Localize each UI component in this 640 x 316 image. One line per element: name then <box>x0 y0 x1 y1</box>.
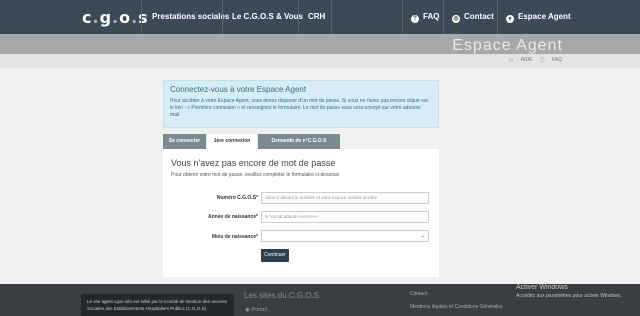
top-navbar: c.g.o.s Prestations sociales Le C.G.O.S … <box>0 0 640 34</box>
mois-naissance-select[interactable]: ⌄ <box>261 230 429 242</box>
footer-text: Le site agent.cgos.info est édité par le… <box>87 299 228 311</box>
windows-activation-subtitle: Accédez aux paramètres pour activer Wind… <box>516 293 622 299</box>
nav-divider <box>298 0 299 34</box>
info-text: Pour accéder à votre Espace Agent, vous … <box>170 98 429 118</box>
nav-divider <box>443 0 444 34</box>
globe-icon: ◎ <box>452 15 460 23</box>
chevron-down-icon: ⌄ <box>420 233 425 239</box>
banner-subbar: ▭ AIDE ▢ FAQ <box>0 54 640 68</box>
faq-link[interactable]: FAQ <box>552 57 562 63</box>
nav-faq[interactable]: ? FAQ <box>411 12 439 23</box>
footer-portail-link[interactable]: ◉ Portail <box>245 307 267 313</box>
nav-divider <box>497 0 498 34</box>
nav-contact-label: Contact <box>464 12 494 21</box>
portail-icon: ◉ <box>245 307 250 313</box>
nav-espace-agent-label: Espace Agent <box>518 12 571 21</box>
footer-info-box: Le site agent.cgos.info est édité par le… <box>81 294 234 316</box>
user-icon: ● <box>506 15 514 23</box>
nav-divider <box>141 0 142 34</box>
nav-divider <box>222 0 223 34</box>
nav-crh[interactable]: CRH <box>308 12 325 21</box>
nav-le-cgos-et-vous[interactable]: Le C.G.O.S & Vous <box>232 12 303 21</box>
tab-demande-numero[interactable]: Demande de n°C.G.O.S <box>258 134 340 149</box>
info-title: Connectez-vous à votre Espace Agent <box>170 85 307 94</box>
nav-contact[interactable]: ◎ Contact <box>452 12 494 23</box>
continuer-button[interactable]: Continuer <box>261 249 289 262</box>
annee-naissance-input[interactable]: le format attendu estAAAA <box>261 211 429 223</box>
question-icon: ? <box>411 15 419 23</box>
tab-se-connecter[interactable]: Se connecter <box>163 134 206 149</box>
numero-label: Numéro C.G.O.S* <box>216 195 258 201</box>
info-box: Connectez-vous à votre Espace Agent Pour… <box>163 80 439 128</box>
banner-links: ▭ AIDE ▢ FAQ <box>503 57 562 63</box>
nav-espace-agent[interactable]: ● Espace Agent <box>506 12 571 23</box>
windows-activation-title: Activer Windows <box>516 284 568 291</box>
cgos-logo[interactable]: c.g.o.s <box>82 8 149 27</box>
tab-premiere-connexion[interactable]: 1ère connexion <box>207 134 257 149</box>
footer-mentions-link[interactable]: Mentions légales et Conditions Générales <box>410 304 503 310</box>
form-panel: Vous n'avez pas encore de mot de passe P… <box>163 149 439 277</box>
mois-label: Mois de naissance* <box>211 234 258 240</box>
form-title: Vous n'avez pas encore de mot de passe <box>171 158 336 168</box>
footer-sites-title: Les sites du C.G.O.S <box>244 291 320 300</box>
monitor-icon: ▭ <box>508 57 514 63</box>
nav-divider <box>331 0 332 34</box>
chat-icon: ▢ <box>539 57 545 63</box>
form-subtitle: Pour obtenir votre mot de passe, veuille… <box>171 172 340 178</box>
footer-contact-link[interactable]: Contact <box>410 291 427 297</box>
nav-prestations-sociales[interactable]: Prestations sociales <box>152 12 229 21</box>
aide-link[interactable]: AIDE <box>521 57 533 63</box>
nav-divider <box>402 0 403 34</box>
banner-title: Espace Agent <box>452 37 563 54</box>
numero-cgos-input[interactable]: Sans 0 devant le nombre et sans espace d… <box>261 192 429 204</box>
portail-label: Portail <box>251 307 267 313</box>
nav-faq-label: FAQ <box>423 12 440 21</box>
annee-label: Année de naissance* <box>207 214 258 220</box>
